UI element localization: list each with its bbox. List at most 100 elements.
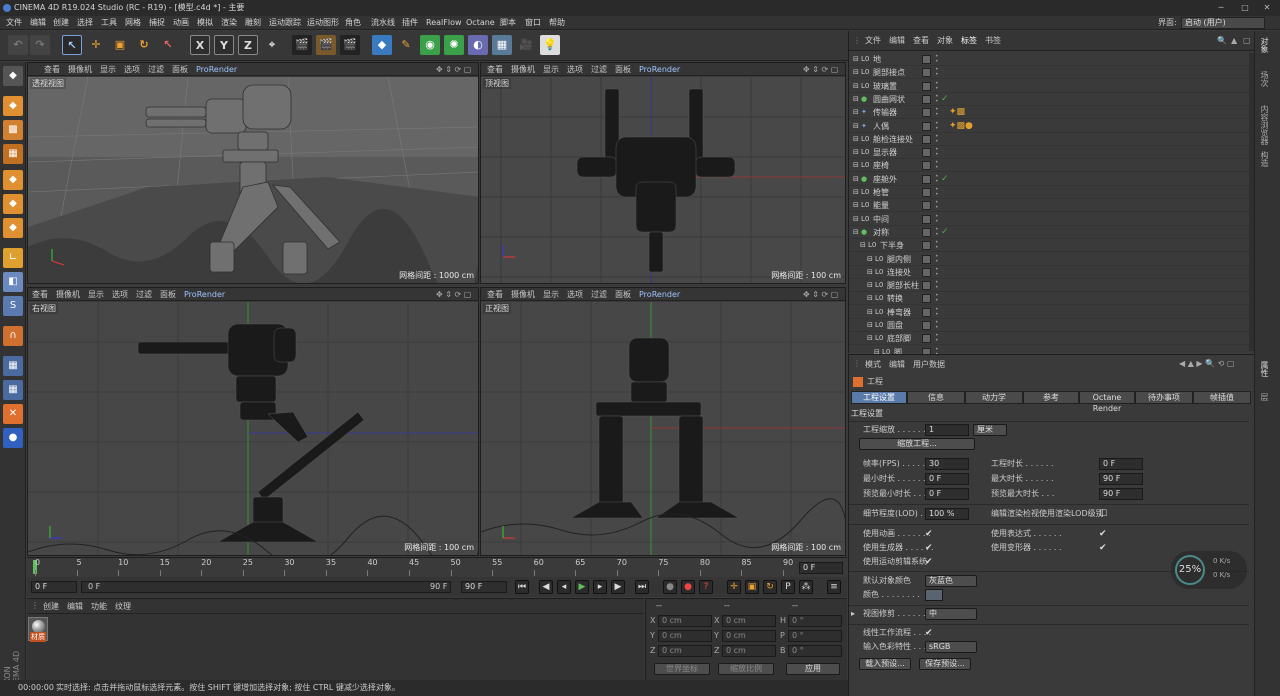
- visibility-dots-icon[interactable]: ••: [935, 333, 939, 344]
- go-to-start-icon[interactable]: ⏮: [515, 580, 529, 594]
- tab-octane-render[interactable]: Octane Render: [1079, 391, 1135, 413]
- rotate-icon[interactable]: ↻: [134, 35, 154, 55]
- expand-toggle-icon[interactable]: ⊟: [853, 215, 861, 223]
- world-coordinates-select[interactable]: 世界坐标: [654, 663, 710, 675]
- menu-mesh[interactable]: 网格: [125, 16, 141, 30]
- object-tag-icon[interactable]: ✦▩: [949, 107, 965, 117]
- object-row[interactable]: ⊟ L0 枪管 • •: [849, 186, 1255, 199]
- timeline-ruler[interactable]: 0 5 10 15 20 25 30 35 40 45 50 55 60 65 70 75 80 85 90 0 F: [27, 557, 847, 577]
- default-object-color-select[interactable]: 灰蓝色: [925, 575, 977, 587]
- planar-workplane-icon[interactable]: ▦: [3, 380, 23, 400]
- vp-menu-view[interactable]: 查看: [44, 63, 60, 76]
- expand-toggle-icon[interactable]: ⊟: [853, 95, 861, 103]
- tab-structure[interactable]: 构造: [1259, 151, 1270, 167]
- project-time-field[interactable]: 0 F: [1099, 458, 1143, 470]
- layer-icon[interactable]: [922, 55, 931, 64]
- expand-toggle-icon[interactable]: ⊟: [867, 322, 875, 329]
- viewport-top[interactable]: 查看 摄像机 显示 选项 过滤 面板 ProRender ✥ ⇕ ⟳ ▢ 顶视图…: [480, 62, 846, 284]
- vp-menu-panel[interactable]: 面板: [615, 288, 631, 301]
- om-menu-bookmarks[interactable]: 书签: [985, 34, 1001, 48]
- object-row[interactable]: ⊟ L0 底部脚 • •: [849, 332, 1255, 346]
- tab-objects[interactable]: 对象: [1259, 37, 1270, 53]
- drag-handle-icon[interactable]: ⋮: [853, 34, 861, 48]
- vp-menu-options[interactable]: 选项: [112, 288, 128, 301]
- expand-toggle-icon[interactable]: ⊟: [867, 295, 875, 302]
- viewport-front[interactable]: 查看 摄像机 显示 选项 过滤 面板 ProRender ✥ ⇕ ⟳ ▢ 正视图…: [480, 287, 846, 556]
- preview-max-field[interactable]: 90 F: [1099, 488, 1143, 500]
- record-active-icon[interactable]: ●: [663, 580, 677, 594]
- drag-handle-icon[interactable]: ⋮: [853, 359, 861, 368]
- layer-icon[interactable]: [922, 94, 931, 104]
- expand-toggle-icon[interactable]: ⊟: [853, 135, 861, 143]
- tweak-icon[interactable]: ◧: [3, 272, 23, 292]
- key-rotation-icon[interactable]: ↻: [763, 580, 777, 594]
- use-expressions-checkbox[interactable]: ✔: [1099, 528, 1107, 540]
- expand-toggle-icon[interactable]: ⊟: [867, 308, 875, 316]
- vp-menu-options[interactable]: 选项: [124, 63, 140, 76]
- vp-menu-cameras[interactable]: 摄像机: [68, 63, 92, 76]
- project-scale-field[interactable]: 1: [925, 424, 969, 436]
- vp-menu-filter[interactable]: 过滤: [591, 63, 607, 76]
- cloner-icon[interactable]: ✺: [444, 35, 464, 55]
- vp-menu-display[interactable]: 显示: [543, 63, 559, 76]
- expand-toggle-icon[interactable]: ⊟: [867, 255, 875, 263]
- expand-toggle-icon[interactable]: ⊟: [853, 162, 861, 169]
- object-row[interactable]: ⊟ L0 腿部接点 • •: [849, 66, 1255, 80]
- vp-menu-cameras[interactable]: 摄像机: [56, 288, 80, 301]
- menu-tools[interactable]: 工具: [101, 16, 117, 30]
- object-row[interactable]: ⊟ L0 腿部长柱 • •: [849, 279, 1255, 293]
- expand-toggle-icon[interactable]: ⊟: [853, 69, 861, 76]
- visibility-dots-icon[interactable]: ••: [935, 226, 939, 237]
- vp-menu-filter[interactable]: 过滤: [148, 63, 164, 76]
- scale-unit-select[interactable]: 厘米: [973, 424, 1007, 436]
- menu-motion-tracking[interactable]: 运动跟踪: [269, 16, 301, 30]
- deformer-icon[interactable]: ◐: [468, 35, 488, 55]
- layer-icon[interactable]: [922, 267, 931, 277]
- object-row[interactable]: ⊟ ✦ 传输器 • • ✦▩: [849, 106, 1255, 120]
- timeline-end-frame[interactable]: 0 F: [799, 562, 843, 574]
- layer-icon[interactable]: [922, 214, 931, 224]
- object-row[interactable]: ⊟ L0 舱检连接处 • •: [849, 133, 1255, 146]
- vp-menu-view[interactable]: 查看: [487, 63, 503, 76]
- layer-icon[interactable]: [922, 254, 931, 264]
- om-menu-objects[interactable]: 对象: [937, 34, 953, 48]
- color-swatch[interactable]: [925, 589, 943, 601]
- layer-icon[interactable]: [922, 68, 931, 78]
- expand-toggle-icon[interactable]: ⊟: [853, 109, 861, 116]
- layer-icon[interactable]: [922, 81, 931, 91]
- close-button[interactable]: ✕: [1256, 0, 1278, 16]
- viewport-right[interactable]: 查看 摄像机 显示 选项 过滤 面板 ProRender ✥ ⇕ ⟳ ▢ 右视图…: [27, 287, 479, 556]
- layer-icon[interactable]: [922, 188, 931, 197]
- subdivision-icon[interactable]: ◉: [420, 35, 440, 55]
- object-row[interactable]: ⊟ L0 转换 • •: [849, 292, 1255, 306]
- vp-menu-panel[interactable]: 面板: [160, 288, 176, 301]
- vp-menu-display[interactable]: 显示: [543, 288, 559, 301]
- vp-menu-prorender[interactable]: ProRender: [196, 63, 237, 76]
- layer-icon[interactable]: [922, 174, 931, 184]
- mat-menu-function[interactable]: 功能: [91, 601, 107, 612]
- render-to-picture-viewer-icon[interactable]: 🎬: [340, 35, 360, 55]
- timeline-menu-icon[interactable]: ≡: [827, 580, 841, 594]
- tab-todo[interactable]: 待办事项: [1135, 391, 1193, 404]
- vp-menu-view[interactable]: 查看: [32, 288, 48, 301]
- fps-field[interactable]: 30: [925, 458, 969, 470]
- enabled-check-icon[interactable]: ✓: [941, 173, 949, 186]
- model-mode-icon[interactable]: ◆: [3, 96, 23, 116]
- coord-value-field[interactable]: 0 cm: [722, 630, 776, 642]
- coord-value-field[interactable]: 0 cm: [722, 645, 776, 657]
- sculpt-icon[interactable]: ●: [3, 428, 23, 448]
- expand-toggle-icon[interactable]: ⊟: [860, 242, 868, 249]
- menu-animate[interactable]: 动画: [173, 16, 189, 30]
- menu-pipeline[interactable]: 流水线: [371, 16, 395, 30]
- points-mode-icon[interactable]: ◆: [3, 170, 23, 190]
- preview-min-field[interactable]: 0 F: [925, 488, 969, 500]
- minimize-button[interactable]: ─: [1210, 0, 1232, 16]
- menu-file[interactable]: 文件: [6, 16, 22, 30]
- previous-frame-icon[interactable]: ◂: [557, 580, 571, 594]
- tab-takes[interactable]: 场次: [1259, 71, 1270, 87]
- render-view-icon[interactable]: 🎬: [292, 35, 312, 55]
- scale-mode-select[interactable]: 缩放比例: [718, 663, 774, 675]
- apply-button[interactable]: 应用: [786, 663, 840, 675]
- visibility-dots-icon[interactable]: ••: [935, 253, 939, 264]
- visibility-dots-icon[interactable]: ••: [935, 293, 939, 304]
